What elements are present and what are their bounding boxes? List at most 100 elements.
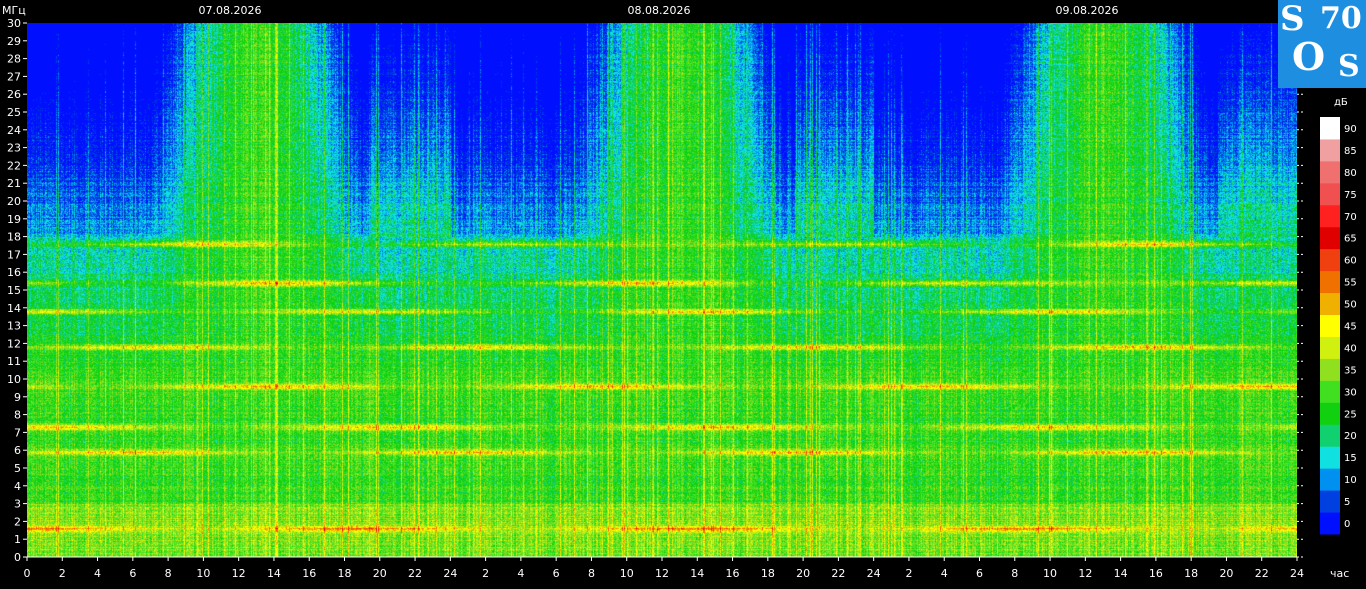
- sos70-logo: S 70 O S: [1278, 0, 1366, 88]
- x-tick-label: 14: [1114, 567, 1128, 580]
- x-tick-label: 16: [302, 567, 316, 580]
- x-tick-label: 20: [796, 567, 810, 580]
- colorbar-swatch: [1320, 490, 1340, 513]
- x-tick-label: 0: [24, 567, 31, 580]
- colorbar-swatch: [1320, 314, 1340, 337]
- y-tick-label: 6: [14, 444, 21, 457]
- y-tick-label: 28: [7, 53, 21, 66]
- colorbar-swatch: [1320, 204, 1340, 228]
- x-tick-label: 20: [373, 567, 387, 580]
- colorbar-swatch: [1320, 402, 1340, 425]
- y-tick-label: 21: [7, 177, 21, 190]
- colorbar-tick-label: 45: [1344, 322, 1357, 333]
- x-tick-label: 2: [59, 567, 66, 580]
- colorbar-tick-label: 65: [1344, 234, 1357, 245]
- colorbar-tick-label: 10: [1344, 475, 1357, 486]
- colorbar-swatch: [1320, 138, 1340, 162]
- colorbar-swatch: [1320, 446, 1340, 469]
- colorbar-swatch: [1320, 424, 1340, 447]
- x-tick-label: 24: [867, 567, 881, 580]
- colorbar-swatch: [1320, 226, 1340, 250]
- x-tick-label: 10: [196, 567, 210, 580]
- date-label-3: 09.08.2026: [1056, 4, 1119, 17]
- y-tick-label: 17: [7, 248, 21, 261]
- date-label-2: 08.08.2026: [628, 4, 691, 17]
- x-tick-label: 12: [655, 567, 669, 580]
- colorbar-tick-label: 50: [1344, 300, 1357, 311]
- colorbar-swatch: [1320, 270, 1340, 294]
- y-tick-label: 12: [7, 337, 21, 350]
- y-tick-label: 13: [7, 320, 21, 333]
- x-tick-label: 24: [443, 567, 457, 580]
- colorbar-swatch: [1320, 380, 1340, 403]
- y-tick-label: 16: [7, 266, 21, 279]
- logo-letter-o: O: [1292, 34, 1326, 79]
- y-tick-label: 2: [14, 515, 21, 528]
- x-tick-label: 22: [1255, 567, 1269, 580]
- x-tick-label: 10: [620, 567, 634, 580]
- colorbar-unit-label: дБ: [1334, 97, 1348, 108]
- x-tick-label: 4: [94, 567, 101, 580]
- colorbar-tick-label: 0: [1344, 519, 1350, 530]
- colorbar-swatch: [1320, 358, 1340, 381]
- x-tick-label: 16: [1149, 567, 1163, 580]
- y-tick-label: 5: [14, 462, 21, 475]
- x-tick-label: 12: [232, 567, 246, 580]
- x-tick-label: 20: [1219, 567, 1233, 580]
- y-tick-label: 27: [7, 70, 21, 83]
- colorbar-swatch: [1320, 117, 1340, 140]
- colorbar-tick-label: 30: [1344, 387, 1357, 398]
- y-tick-label: 4: [14, 480, 21, 493]
- heatmap-raster: [27, 23, 1297, 557]
- colorbar: 0 5 10 15 20 25 30 35 40 45 50 55 60 65 70 75 80 85 90: [1320, 117, 1357, 535]
- colorbar-swatch: [1320, 468, 1340, 491]
- y-tick-label: 30: [7, 17, 21, 30]
- x-tick-label: 14: [690, 567, 704, 580]
- x-tick-label: 8: [588, 567, 595, 580]
- y-tick-label: 26: [7, 88, 21, 101]
- x-tick-label: 6: [553, 567, 560, 580]
- colorbar-tick-label: 70: [1344, 212, 1357, 223]
- x-tick-label: 10: [1043, 567, 1057, 580]
- y-tick-label: 9: [14, 391, 21, 404]
- x-tick-label: 4: [941, 567, 948, 580]
- colorbar-tick-label: 15: [1344, 453, 1357, 464]
- y-tick-label: 10: [7, 373, 21, 386]
- date-label-1: 07.08.2026: [199, 4, 262, 17]
- y-tick-label: 25: [7, 106, 21, 119]
- y-unit-label: МГц: [2, 4, 26, 17]
- x-axis: 0 2 4 6 8 10 12 14 16 18 20 22 24 2 4 6 8 10 12 14 16 18 20 22 2…: [24, 556, 1304, 580]
- logo-letter-s: S: [1280, 0, 1305, 39]
- colorbar-swatch: [1320, 336, 1340, 359]
- y-tick-label: 3: [14, 498, 21, 511]
- colorbar-swatch: [1320, 182, 1340, 206]
- x-tick-label: 14: [267, 567, 281, 580]
- colorbar-tick-label: 40: [1344, 343, 1357, 354]
- y-tick-label: 24: [7, 124, 21, 137]
- x-tick-label: 8: [1011, 567, 1018, 580]
- colorbar-tick-label: 85: [1344, 146, 1357, 157]
- colorbar-tick-label: 80: [1344, 168, 1357, 179]
- colorbar-swatch: [1320, 160, 1340, 184]
- colorbar-swatch: [1320, 248, 1340, 272]
- colorbar-tick-label: 60: [1344, 256, 1357, 267]
- colorbar-tick-label: 55: [1344, 278, 1357, 289]
- x-tick-label: 8: [165, 567, 172, 580]
- x-tick-label: 18: [1184, 567, 1198, 580]
- x-tick-label: 18: [338, 567, 352, 580]
- x-tick-label: 22: [408, 567, 422, 580]
- y-tick-label: 15: [7, 284, 21, 297]
- x-tick-label: 18: [761, 567, 775, 580]
- logo-letter-s2: S: [1338, 49, 1360, 84]
- x-tick-label: 12: [1078, 567, 1092, 580]
- y-tick-label: 8: [14, 409, 21, 422]
- colorbar-tick-label: 5: [1344, 497, 1350, 508]
- x-tick-label: 4: [517, 567, 524, 580]
- y-tick-label: 22: [7, 159, 21, 172]
- x-tick-label: 6: [129, 567, 136, 580]
- colorbar-tick-label: 35: [1344, 365, 1357, 376]
- y-tick-label: 7: [14, 426, 21, 439]
- y-tick-label: 19: [7, 213, 21, 226]
- x-tick-label: 24: [1290, 567, 1304, 580]
- y-tick-label: 29: [7, 35, 21, 48]
